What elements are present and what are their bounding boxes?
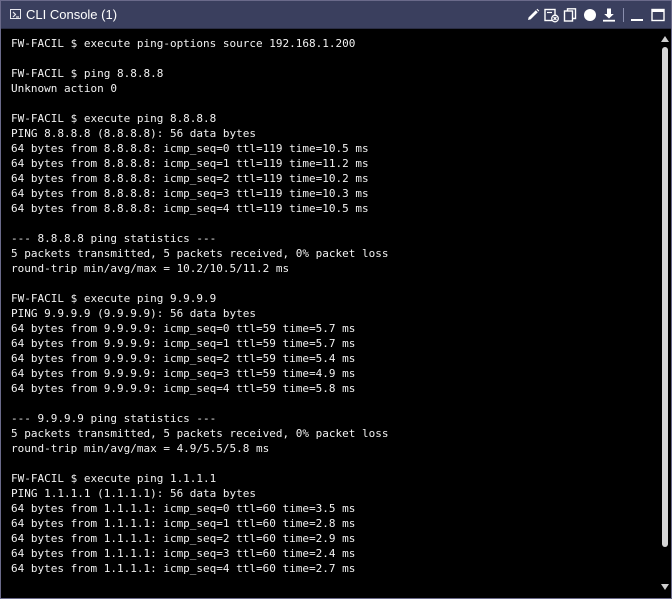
console-line: 64 bytes from 1.1.1.1: icmp_seq=2 ttl=60…	[11, 532, 356, 545]
console-line: FW-FACIL $ execute ping 1.1.1.1	[11, 472, 217, 485]
console-line: 64 bytes from 8.8.8.8: icmp_seq=2 ttl=11…	[11, 172, 369, 185]
console-lines: FW-FACIL $ execute ping-options source 1…	[11, 36, 389, 576]
console-line: PING 1.1.1.1 (1.1.1.1): 56 data bytes	[11, 487, 257, 500]
console-line: 64 bytes from 1.1.1.1: icmp_seq=1 ttl=60…	[11, 517, 356, 530]
copy-icon[interactable]	[562, 7, 578, 23]
console-output[interactable]: FW-FACIL $ execute ping-options source 1…	[1, 29, 659, 598]
clear-console-icon[interactable]	[543, 7, 559, 23]
console-line: 64 bytes from 1.1.1.1: icmp_seq=3 ttl=60…	[11, 547, 356, 560]
console-line: FW-FACIL $ execute ping 9.9.9.9	[11, 292, 217, 305]
console-line: 64 bytes from 8.8.8.8: icmp_seq=3 ttl=11…	[11, 187, 369, 200]
scrollbar-thumb[interactable]	[662, 47, 668, 547]
titlebar[interactable]: CLI Console (1)	[1, 1, 671, 29]
edit-icon[interactable]	[525, 7, 541, 23]
console-line: 64 bytes from 9.9.9.9: icmp_seq=3 ttl=59…	[11, 367, 356, 380]
console-line: 64 bytes from 1.1.1.1: icmp_seq=0 ttl=60…	[11, 502, 356, 515]
console-line: 5 packets transmitted, 5 packets receive…	[11, 247, 389, 260]
console-line: round-trip min/avg/max = 10.2/10.5/11.2 …	[11, 262, 290, 275]
console-line: 5 packets transmitted, 5 packets receive…	[11, 427, 389, 440]
console-scrollbar[interactable]	[659, 29, 671, 598]
console-line: 64 bytes from 8.8.8.8: icmp_seq=0 ttl=11…	[11, 142, 369, 155]
terminal-icon	[10, 9, 21, 19]
console-line: --- 9.9.9.9 ping statistics ---	[11, 412, 217, 425]
console-line: PING 8.8.8.8 (8.8.8.8): 56 data bytes	[11, 127, 257, 140]
console-line: FW-FACIL $ execute ping-options source 1…	[11, 37, 356, 50]
maximize-icon[interactable]	[650, 7, 666, 23]
scroll-down-arrow-icon[interactable]	[661, 584, 669, 590]
console-line: 64 bytes from 1.1.1.1: icmp_seq=4 ttl=60…	[11, 562, 356, 575]
record-icon[interactable]	[582, 7, 598, 23]
toolbar-divider	[623, 8, 624, 22]
minimize-icon[interactable]	[629, 7, 645, 23]
console-line: 64 bytes from 8.8.8.8: icmp_seq=1 ttl=11…	[11, 157, 369, 170]
console-line: 64 bytes from 9.9.9.9: icmp_seq=4 ttl=59…	[11, 382, 356, 395]
scroll-up-arrow-icon[interactable]	[661, 36, 669, 42]
console-line: round-trip min/avg/max = 4.9/5.5/5.8 ms	[11, 442, 270, 455]
console-line: PING 9.9.9.9 (9.9.9.9): 56 data bytes	[11, 307, 257, 320]
console-line: Unknown action 0	[11, 82, 117, 95]
window-title: CLI Console (1)	[26, 7, 118, 22]
console-line: --- 8.8.8.8 ping statistics ---	[11, 232, 217, 245]
console-line: 64 bytes from 9.9.9.9: icmp_seq=2 ttl=59…	[11, 352, 356, 365]
cli-console-window: CLI Console (1) FW-FACIL $ execute ping-…	[0, 0, 672, 599]
download-icon[interactable]	[601, 7, 617, 23]
console-line: 64 bytes from 8.8.8.8: icmp_seq=4 ttl=11…	[11, 202, 369, 215]
console-line: 64 bytes from 9.9.9.9: icmp_seq=0 ttl=59…	[11, 322, 356, 335]
console-line: 64 bytes from 9.9.9.9: icmp_seq=1 ttl=59…	[11, 337, 356, 350]
console-line: FW-FACIL $ ping 8.8.8.8	[11, 67, 164, 80]
console-line: FW-FACIL $ execute ping 8.8.8.8	[11, 112, 217, 125]
